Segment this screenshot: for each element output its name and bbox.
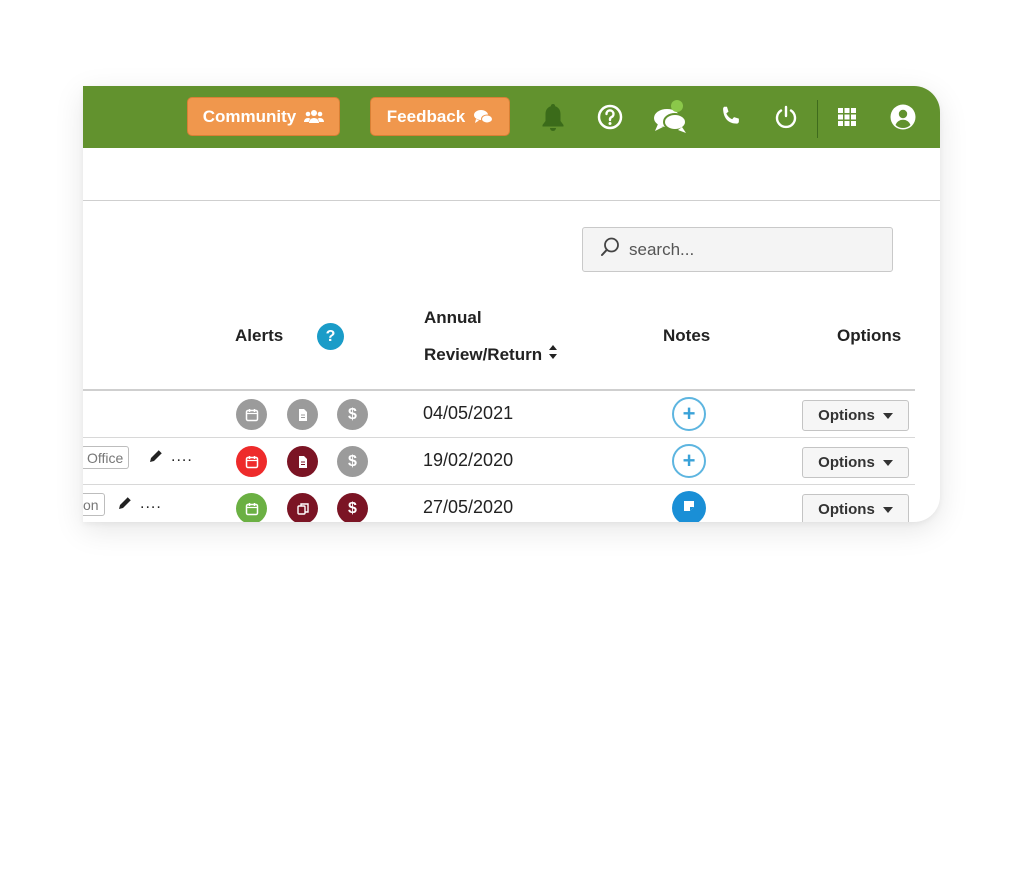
chat-icon[interactable] bbox=[651, 98, 691, 138]
add-note-button[interactable]: + bbox=[672, 444, 706, 478]
annual-review-date: 27/05/2020 bbox=[423, 497, 514, 517]
pencil-icon[interactable] bbox=[117, 495, 133, 511]
user-icon[interactable] bbox=[888, 102, 918, 132]
dollar-icon[interactable]: $ bbox=[337, 493, 368, 522]
caret-down-icon bbox=[882, 459, 893, 466]
copy-icon[interactable] bbox=[287, 493, 318, 522]
annual-review-date: 19/02/2020 bbox=[423, 450, 514, 470]
calendar-icon[interactable] bbox=[236, 399, 267, 430]
comments-icon bbox=[473, 109, 494, 125]
dollar-symbol: $ bbox=[348, 452, 357, 470]
alerts-column-header: Alerts bbox=[235, 326, 284, 345]
options-dropdown[interactable]: Options bbox=[802, 400, 909, 431]
add-note-button[interactable]: + bbox=[672, 397, 706, 431]
community-button[interactable]: Community bbox=[187, 97, 340, 136]
bell-icon[interactable] bbox=[538, 102, 568, 132]
dollar-icon[interactable]: $ bbox=[337, 446, 368, 477]
sub-toolbar bbox=[83, 148, 940, 201]
options-label: Options bbox=[818, 454, 875, 471]
help-circle-icon[interactable] bbox=[595, 102, 625, 132]
more-dots[interactable]: .... bbox=[140, 495, 162, 513]
caret-down-icon bbox=[882, 412, 893, 419]
view-note-button[interactable] bbox=[672, 491, 706, 522]
dollar-icon[interactable]: $ bbox=[337, 399, 368, 430]
row-divider bbox=[83, 484, 915, 485]
pencil-icon[interactable] bbox=[148, 448, 164, 464]
users-icon bbox=[304, 109, 325, 125]
options-column-header: Options bbox=[837, 326, 902, 345]
power-icon[interactable] bbox=[771, 102, 801, 132]
phone-icon[interactable] bbox=[715, 102, 745, 132]
top-navigation-bar: Community Feedback bbox=[83, 86, 940, 148]
annual-column-header-line2: Review/Return bbox=[424, 344, 543, 364]
row-divider bbox=[83, 437, 915, 438]
annual-review-sort-header[interactable]: Review/Return bbox=[424, 344, 558, 365]
dollar-symbol: $ bbox=[348, 405, 357, 423]
sticky-note-icon bbox=[682, 499, 696, 518]
header-divider-line bbox=[83, 389, 915, 391]
feedback-label: Feedback bbox=[386, 106, 466, 126]
tag-label: Office bbox=[83, 446, 130, 469]
community-label: Community bbox=[202, 106, 297, 126]
document-icon[interactable] bbox=[287, 399, 318, 430]
search-input[interactable] bbox=[629, 239, 879, 260]
options-label: Options bbox=[818, 501, 875, 518]
header-divider bbox=[817, 100, 818, 138]
app-window: Community Feedback search... Alerts ? An… bbox=[83, 86, 940, 522]
search-box[interactable] bbox=[582, 227, 893, 272]
feedback-button[interactable]: Feedback bbox=[370, 97, 510, 136]
options-dropdown[interactable]: Options bbox=[802, 494, 909, 522]
annual-column-header-line1: Annual bbox=[424, 308, 482, 327]
options-label: Options bbox=[818, 407, 875, 424]
search-icon bbox=[599, 236, 621, 263]
apps-grid-icon[interactable] bbox=[832, 102, 862, 132]
more-dots[interactable]: .... bbox=[171, 448, 193, 466]
annual-review-date: 04/05/2021 bbox=[423, 403, 514, 423]
plus-icon: + bbox=[682, 401, 696, 426]
caret-down-icon bbox=[882, 506, 893, 513]
sort-icon bbox=[548, 344, 558, 365]
document-icon[interactable] bbox=[287, 446, 318, 477]
plus-icon: + bbox=[682, 448, 696, 473]
notes-column-header: Notes bbox=[663, 326, 711, 345]
alerts-help-icon[interactable]: ? bbox=[317, 323, 344, 350]
calendar-icon[interactable] bbox=[236, 493, 267, 522]
tag-label: on bbox=[83, 493, 105, 516]
dollar-symbol: $ bbox=[348, 499, 357, 517]
options-dropdown[interactable]: Options bbox=[802, 447, 909, 478]
calendar-icon[interactable] bbox=[236, 446, 267, 477]
